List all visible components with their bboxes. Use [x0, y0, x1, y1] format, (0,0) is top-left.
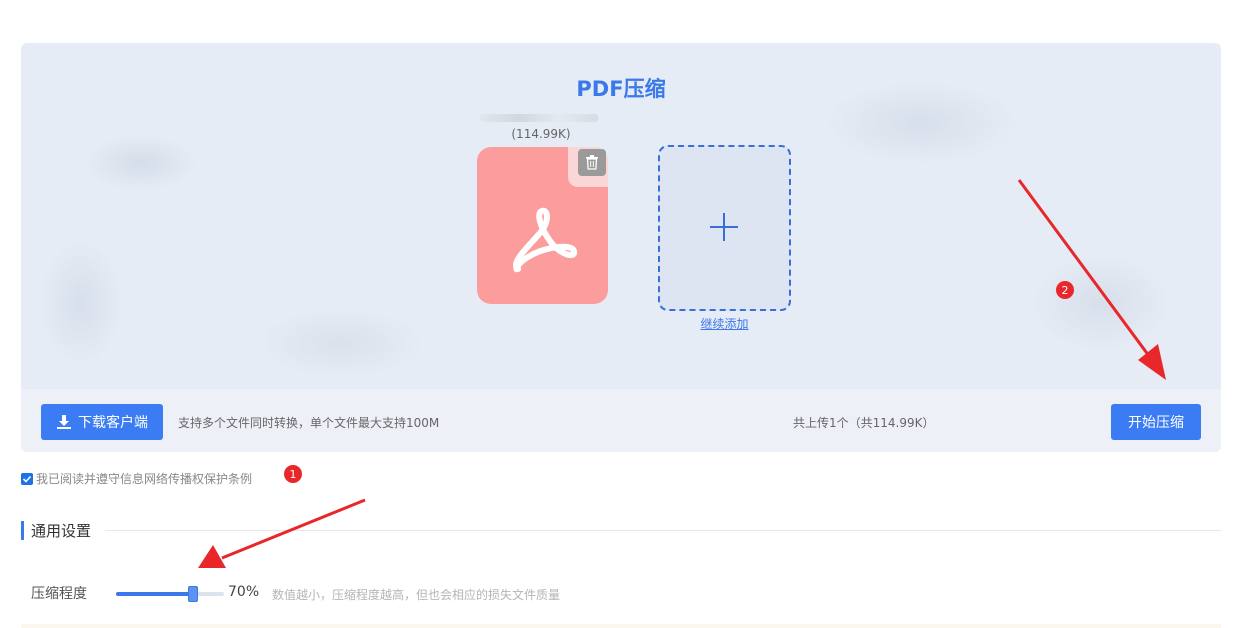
- compression-slider[interactable]: [116, 586, 224, 602]
- section-accent-bar: [21, 521, 24, 540]
- support-text: 支持多个文件同时转换，单个文件最大支持100M: [178, 416, 440, 430]
- page-title: PDF压缩: [576, 77, 666, 101]
- agreement-checkbox[interactable]: [21, 472, 33, 485]
- add-more-link[interactable]: 继续添加: [658, 315, 791, 332]
- agreement-label: 我已阅读并遵守信息网络传播权保护条例: [36, 472, 253, 486]
- download-client-label: 下载客户端: [78, 415, 148, 431]
- plus-icon: [710, 213, 738, 241]
- annotation-arrow-1: [198, 498, 366, 568]
- compression-value: 70%: [228, 584, 260, 600]
- download-client-button[interactable]: 下载客户端: [41, 404, 163, 440]
- annotation-badge-2: 2: [1056, 281, 1074, 299]
- file-name-redacted: [476, 111, 606, 122]
- section-header: 通用设置: [21, 520, 91, 541]
- upload-panel: PDF压缩 (114.99K) 继续添加 下载客户端 支持多个文件同时转换，单个…: [21, 43, 1221, 452]
- slider-fill: [116, 592, 192, 596]
- upload-count: 共上传1个（共114.99K）: [793, 416, 935, 430]
- slider-thumb[interactable]: [187, 586, 198, 602]
- start-compress-button[interactable]: 开始压缩: [1111, 404, 1201, 440]
- trash-icon: [586, 155, 598, 170]
- annotation-badge-1: 1: [284, 465, 302, 483]
- compression-hint: 数值越小，压缩程度越高，但也会相应的损失文件质量: [272, 588, 561, 602]
- download-icon: [57, 415, 71, 429]
- delete-file-button[interactable]: [578, 149, 606, 176]
- action-bar: 下载客户端 支持多个文件同时转换，单个文件最大支持100M 共上传1个（共114…: [21, 389, 1221, 452]
- footer-strip: [21, 624, 1221, 628]
- section-title: 通用设置: [31, 522, 92, 540]
- agreement-row: 我已阅读并遵守信息网络传播权保护条例: [21, 470, 252, 487]
- compression-label: 压缩程度: [31, 586, 87, 602]
- file-size: (114.99K): [511, 127, 571, 141]
- add-file-dropzone[interactable]: [658, 145, 791, 311]
- checkmark-icon: [22, 475, 32, 483]
- section-divider: [105, 530, 1221, 531]
- pdf-icon: [513, 207, 578, 273]
